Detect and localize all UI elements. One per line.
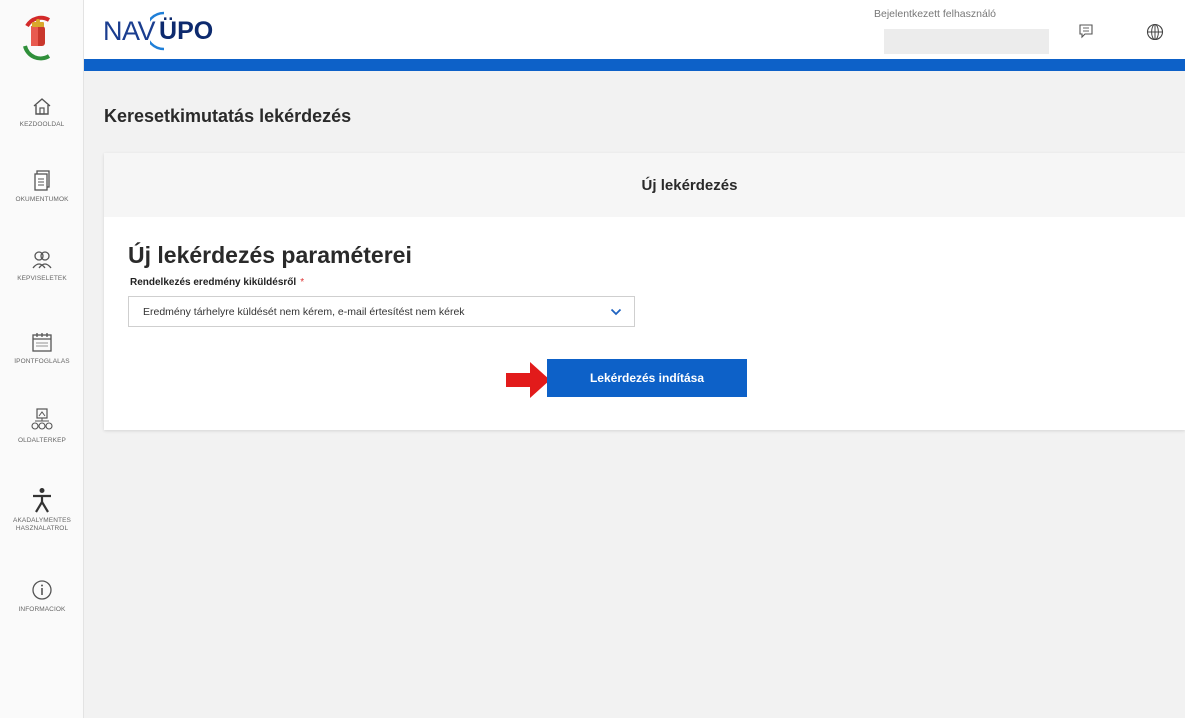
sidebar-item-label-line1: AKADÁLYMENTES: [13, 517, 71, 524]
sidebar-item-documents[interactable]: OKUMENTUMOK: [0, 169, 84, 204]
query-card: Új lekérdezés Új lekérdezés paraméterei …: [104, 153, 1185, 430]
nav-upo-logo[interactable]: NAV ÜPO: [103, 11, 213, 50]
red-arrow-pointer: [506, 362, 550, 398]
sidebar-item-label-line2: HASZNÁLATRÓL: [15, 525, 69, 532]
sidebar-item-info[interactable]: INFORMÁCIÓK: [0, 579, 84, 614]
globe-icon[interactable]: [1146, 23, 1164, 46]
coat-of-arms-logo[interactable]: [19, 12, 57, 64]
sidebar-item-label: KEZDŐOLDAL: [19, 121, 65, 128]
logged-in-user-label: Bejelentkezett felhasználó: [874, 8, 996, 20]
field-label: Rendelkezés eredmény kiküldésről *: [130, 277, 305, 288]
sitemap-icon: [31, 408, 53, 430]
header-accent-bar: [84, 59, 1185, 71]
sidebar-item-label: OLDALTÉRKÉP: [18, 437, 66, 444]
sidebar-item-label: OKUMENTUMOK: [15, 196, 69, 203]
info-icon: [32, 580, 52, 600]
sidebar-item-sitemap[interactable]: OLDALTÉRKÉP: [0, 408, 84, 445]
sidebar-item-representatives[interactable]: KÉPVISELETEK: [0, 250, 84, 283]
result-delivery-select[interactable]: Eredmény tárhelyre küldését nem kérem, e…: [128, 296, 635, 327]
sidebar-item-label: KÉPVISELETEK: [17, 275, 67, 282]
calendar-icon: [32, 333, 52, 352]
start-query-button[interactable]: Lekérdezés indítása: [547, 359, 747, 397]
message-icon[interactable]: [1078, 23, 1094, 44]
sidebar-item-label: INFORMÁCIÓK: [18, 606, 66, 613]
card-title: Új lekérdezés: [641, 176, 738, 194]
accessibility-icon: [33, 488, 51, 513]
documents-icon: [34, 170, 50, 191]
section-title: Új lekérdezés paraméterei: [128, 242, 412, 268]
sidebar-item-home[interactable]: KEZDŐOLDAL: [0, 96, 84, 129]
page-title: Keresetkimutatás lekérdezés: [104, 106, 352, 126]
chevron-down-icon: [610, 308, 622, 316]
sidebar-item-accessibility[interactable]: AKADÁLYMENTES HASZNÁLATRÓL: [0, 487, 84, 533]
brand-arc-icon: [150, 11, 165, 50]
top-header: NAV ÜPO Bejelentkezett felhasználó: [84, 0, 1185, 59]
sidebar: KEZDŐOLDAL OKUMENTUMOK KÉPVISELETEK ÍPON…: [0, 0, 84, 718]
representatives-icon: [32, 251, 52, 269]
select-value: Eredmény tárhelyre küldését nem kérem, e…: [143, 306, 465, 318]
required-mark: *: [300, 277, 305, 288]
home-icon: [33, 98, 51, 115]
sidebar-item-label: ÍPONTFOGLALÁS: [14, 358, 70, 365]
logged-in-user-value: [884, 29, 1049, 54]
brand-nav-text: NAV: [103, 15, 156, 46]
card-header: Új lekérdezés: [104, 153, 1185, 217]
brand-upo-text: ÜPO: [150, 11, 213, 50]
sidebar-item-appointments[interactable]: ÍPONTFOGLALÁS: [0, 331, 84, 366]
